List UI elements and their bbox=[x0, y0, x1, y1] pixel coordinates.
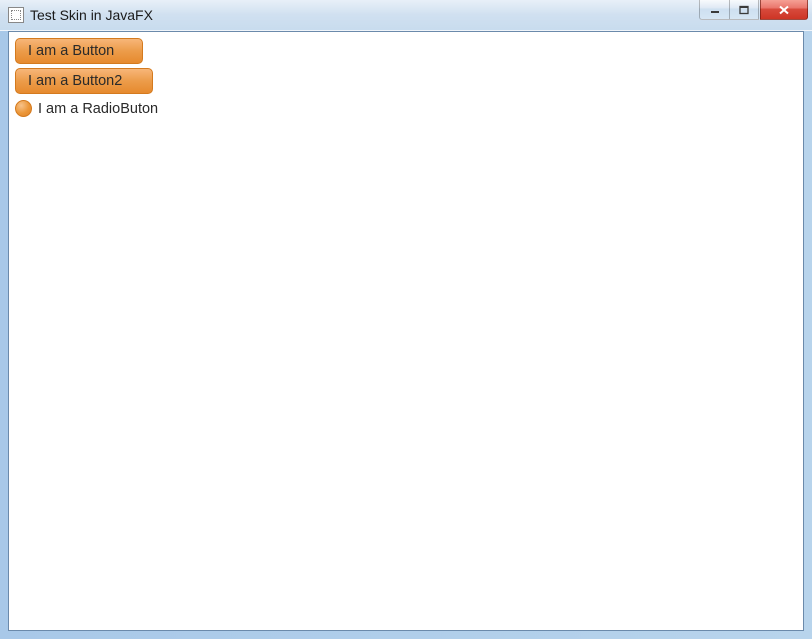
maximize-icon bbox=[739, 5, 749, 15]
radio-icon bbox=[15, 100, 32, 117]
window-title: Test Skin in JavaFX bbox=[30, 7, 153, 23]
radio-button[interactable]: I am a RadioButon bbox=[15, 98, 158, 117]
maximize-button[interactable] bbox=[729, 0, 759, 20]
window-controls bbox=[699, 0, 812, 20]
button-2[interactable]: I am a Button2 bbox=[15, 68, 153, 94]
close-button[interactable] bbox=[760, 0, 808, 20]
button-1[interactable]: I am a Button bbox=[15, 38, 143, 64]
client-area: I am a Button I am a Button2 I am a Radi… bbox=[8, 31, 804, 631]
minimize-button[interactable] bbox=[699, 0, 729, 20]
close-icon bbox=[778, 5, 790, 15]
minimize-icon bbox=[710, 5, 720, 15]
app-icon bbox=[8, 7, 24, 23]
radio-label: I am a RadioButon bbox=[38, 101, 158, 117]
window-titlebar: Test Skin in JavaFX bbox=[0, 0, 812, 31]
content-pane: I am a Button I am a Button2 I am a Radi… bbox=[9, 32, 803, 123]
